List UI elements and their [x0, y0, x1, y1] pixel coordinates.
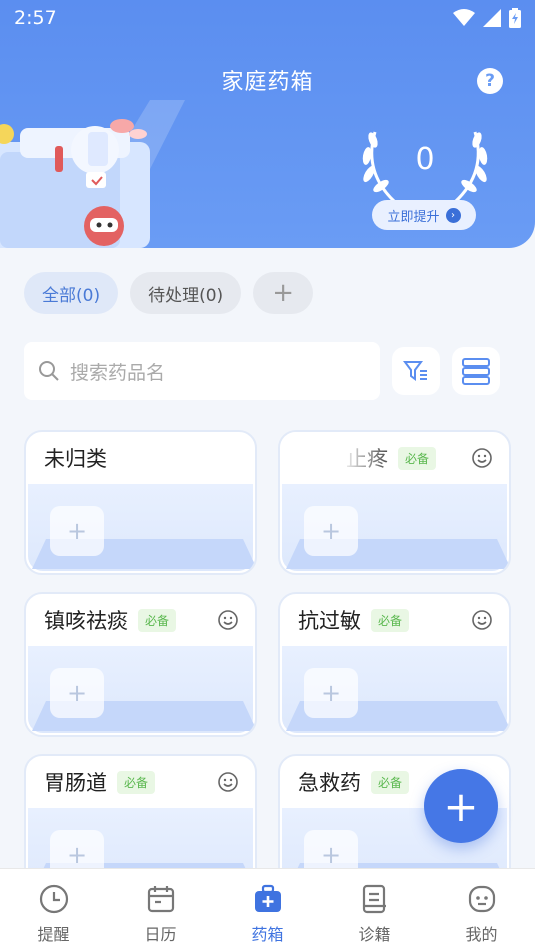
record-icon	[362, 884, 386, 914]
card-header: 未归类	[26, 432, 255, 484]
card-add-button[interactable]: +	[304, 506, 358, 556]
card-header: 镇咳祛痰 必备	[26, 594, 255, 646]
chevron-right-icon: ›	[445, 207, 461, 223]
required-badge: 必备	[398, 446, 437, 470]
category-card[interactable]: 镇咳祛痰 必备 +	[24, 592, 257, 737]
required-badge: 必备	[371, 770, 410, 794]
health-score: 0 立即提升 ›	[355, 112, 495, 232]
status-icons	[453, 8, 521, 28]
chip-all[interactable]: 全部(0)	[24, 272, 119, 314]
tab-calendar[interactable]: 日历	[107, 869, 214, 951]
category-card[interactable]: 抗过敏 必备 +	[278, 592, 511, 737]
filter-chips: 全部(0) 待处理(0) +	[24, 272, 314, 314]
card-header: 抗过敏 必备	[280, 594, 509, 646]
smile-icon[interactable]	[471, 447, 493, 469]
bottom-tab-bar: 提醒 日历 药箱 诊籍 我的	[0, 868, 535, 951]
card-body: +	[28, 484, 255, 571]
tab-medicine-box[interactable]: 药箱	[214, 869, 321, 951]
question-circle-icon: ?	[485, 71, 495, 91]
smile-icon[interactable]	[217, 771, 239, 793]
status-time: 2:57	[14, 7, 57, 29]
card-title: 急救药	[298, 771, 361, 795]
profile-icon	[468, 885, 495, 913]
tab-label: 诊籍	[358, 925, 391, 944]
tab-label: 日历	[144, 925, 177, 944]
medicine-box-icon	[254, 884, 281, 912]
tab-label: 药箱	[251, 925, 284, 944]
score-value: 0	[415, 142, 435, 177]
tab-label: 提醒	[37, 925, 70, 944]
battery-icon	[509, 8, 521, 28]
category-card[interactable]: 止疼 必备 +	[278, 430, 511, 575]
help-button[interactable]: ?	[477, 68, 503, 94]
category-card[interactable]: 未归类 +	[24, 430, 257, 575]
add-medicine-fab[interactable]: +	[424, 769, 498, 843]
card-add-button[interactable]: +	[50, 668, 104, 718]
page-title: 家庭药箱	[221, 70, 314, 95]
tab-label: 我的	[465, 925, 498, 944]
chip-pending[interactable]: 待处理(0)	[130, 272, 242, 314]
boost-label: 立即提升	[387, 209, 440, 225]
card-add-button[interactable]: +	[50, 506, 104, 556]
card-body: +	[282, 484, 509, 571]
card-add-button[interactable]: +	[304, 668, 358, 718]
smile-icon[interactable]	[471, 609, 493, 631]
medicine-box-illustration	[0, 100, 185, 248]
search-placeholder: 搜索药品名	[70, 361, 166, 384]
required-badge: 必备	[138, 608, 177, 632]
filter-icon	[403, 361, 427, 381]
card-header: 胃肠道 必备	[26, 756, 255, 808]
tab-records[interactable]: 诊籍	[321, 869, 428, 951]
fade-overlay	[280, 432, 400, 484]
card-title: 胃肠道	[44, 771, 107, 795]
calendar-icon	[147, 886, 174, 913]
signal-icon	[483, 9, 501, 27]
layout-toggle-button[interactable]	[452, 347, 500, 395]
card-title: 未归类	[44, 447, 107, 471]
smile-icon[interactable]	[217, 609, 239, 631]
card-body: +	[282, 646, 509, 733]
list-layout-icon	[462, 358, 490, 385]
search-icon	[39, 361, 59, 381]
card-title: 抗过敏	[298, 609, 361, 633]
boost-button[interactable]: 立即提升 ›	[372, 200, 476, 230]
search-bar[interactable]: 搜索药品名	[24, 342, 380, 400]
tab-reminder[interactable]: 提醒	[0, 869, 107, 951]
filter-button[interactable]	[392, 347, 440, 395]
wifi-icon	[453, 9, 475, 26]
card-body: +	[28, 646, 255, 733]
status-bar: 2:57	[0, 0, 535, 36]
tab-profile[interactable]: 我的	[428, 869, 535, 951]
required-badge: 必备	[371, 608, 410, 632]
card-title: 镇咳祛痰	[44, 609, 128, 633]
clock-icon	[39, 884, 68, 914]
required-badge: 必备	[117, 770, 156, 794]
add-chip-button[interactable]: +	[253, 272, 314, 314]
